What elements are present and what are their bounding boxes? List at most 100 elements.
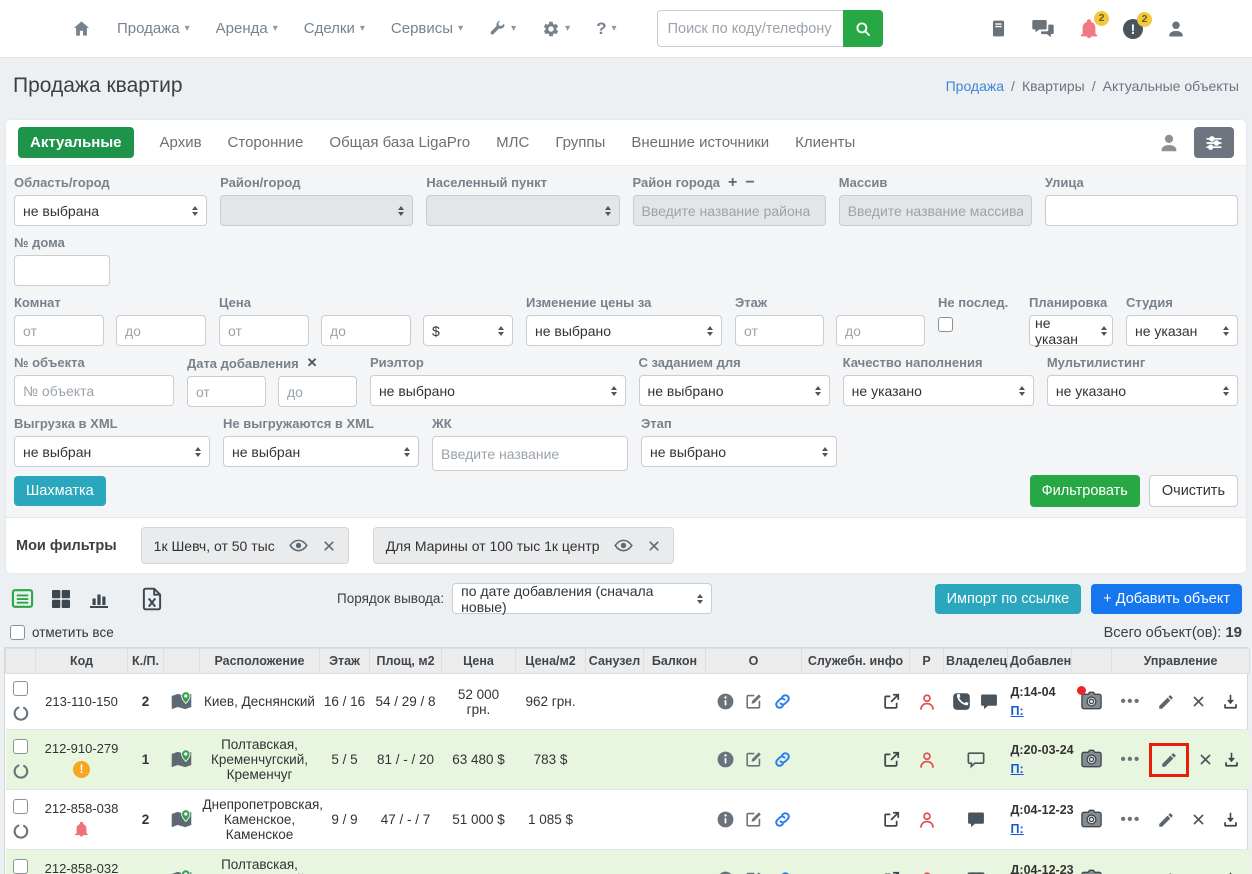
row-checkbox[interactable] — [13, 739, 28, 754]
link-button[interactable] — [773, 750, 792, 769]
row-checkbox[interactable] — [13, 859, 28, 874]
agent-icon[interactable] — [1158, 132, 1180, 154]
map-icon[interactable] — [170, 808, 193, 831]
comment-button[interactable] — [966, 870, 986, 874]
added-p-link[interactable]: П: — [1011, 704, 1024, 718]
realtor-button[interactable] — [917, 693, 937, 708]
more-actions-button[interactable]: ••• — [1121, 693, 1141, 710]
external-link-button[interactable] — [882, 810, 901, 829]
realtor-select[interactable]: не выбрано — [369, 375, 626, 406]
link-button[interactable] — [773, 810, 792, 829]
alerts-button[interactable]: ! 2 — [1123, 11, 1152, 39]
nav-menu-sale[interactable]: Продажа ▾ — [117, 20, 190, 37]
tab-mls[interactable]: МЛС — [496, 134, 529, 151]
date-from-input[interactable] — [186, 376, 266, 407]
info-button[interactable] — [716, 692, 735, 711]
edit-note-button[interactable] — [744, 750, 763, 769]
layout-select[interactable]: не указан — [1029, 315, 1113, 347]
status-ring-icon[interactable] — [12, 763, 29, 780]
massiv-input[interactable] — [838, 195, 1032, 226]
link-button[interactable] — [773, 692, 792, 711]
house-number-input[interactable] — [14, 255, 110, 286]
map-icon[interactable] — [170, 748, 193, 771]
nav-menu-deals[interactable]: Сделки ▾ — [304, 20, 365, 37]
delete-filter-button[interactable] — [322, 539, 336, 553]
status-ring-icon[interactable] — [12, 705, 29, 722]
export-excel-button[interactable] — [139, 586, 165, 612]
link-button[interactable] — [773, 870, 792, 874]
object-code[interactable]: 212-858-038 — [45, 801, 119, 816]
tab-third-party[interactable]: Сторонние — [228, 134, 304, 151]
comment-button[interactable] — [979, 692, 999, 712]
import-by-link-button[interactable]: Импорт по ссылке — [934, 583, 1082, 614]
date-to-input[interactable] — [277, 376, 357, 407]
grid-view-button[interactable] — [49, 587, 73, 611]
info-button[interactable] — [716, 750, 735, 769]
clear-date-icon[interactable]: ✕ — [307, 355, 318, 371]
download-button[interactable] — [1221, 692, 1240, 711]
tab-actual[interactable]: Актуальные — [18, 127, 134, 158]
comment-button[interactable] — [966, 750, 986, 770]
search-button[interactable] — [842, 10, 883, 47]
xml-upload-select[interactable]: не выбран — [14, 436, 210, 467]
tab-external-sources[interactable]: Внешние источники — [631, 134, 769, 151]
help-menu[interactable]: ? ▾ — [596, 19, 616, 39]
task-for-select[interactable]: не выбрано — [638, 375, 830, 406]
added-p-link[interactable]: П: — [1011, 762, 1024, 776]
object-code[interactable]: 212-858-032 — [45, 861, 119, 874]
rooms-to-input[interactable] — [116, 315, 206, 346]
row-checkbox[interactable] — [13, 681, 28, 696]
delete-button[interactable] — [1198, 752, 1213, 768]
remove-district-button[interactable]: − — [745, 174, 754, 190]
clear-button[interactable]: Очистить — [1148, 475, 1238, 507]
currency-select[interactable]: $ — [423, 315, 513, 346]
edit-note-button[interactable] — [744, 810, 763, 829]
tools-menu[interactable]: ▾ — [489, 20, 516, 37]
filter-button[interactable]: Фильтровать — [1029, 475, 1140, 507]
saved-filter-name[interactable]: 1к Шевч, от 50 тыс — [154, 538, 275, 554]
price-change-select[interactable]: не выбрано — [526, 315, 722, 346]
chart-view-button[interactable] — [87, 587, 111, 611]
edit-note-button[interactable] — [744, 692, 763, 711]
city-district-input[interactable] — [632, 195, 826, 226]
chessboard-button[interactable]: Шахматка — [14, 476, 106, 506]
not-last-floor-checkbox[interactable] — [938, 317, 953, 332]
search-input[interactable] — [656, 10, 843, 47]
info-button[interactable] — [716, 870, 735, 874]
object-number-input[interactable] — [14, 375, 174, 406]
download-button[interactable] — [1221, 870, 1240, 874]
delete-button[interactable] — [1191, 812, 1206, 828]
row-checkbox[interactable] — [13, 799, 28, 814]
edit-note-button[interactable] — [744, 870, 763, 874]
settings-menu[interactable]: ▾ — [542, 20, 570, 38]
tab-archive[interactable]: Архив — [160, 134, 202, 151]
multilisting-select[interactable]: не указано — [1046, 375, 1239, 406]
more-actions-button[interactable]: ••• — [1121, 811, 1141, 828]
map-icon[interactable] — [170, 690, 193, 713]
messages-button[interactable] — [1031, 17, 1055, 41]
saved-filter-name[interactable]: Для Марины от 100 тыс 1к центр — [386, 538, 600, 554]
price-to-input[interactable] — [321, 315, 411, 346]
edit-button[interactable] — [1157, 871, 1175, 874]
comment-button[interactable] — [966, 810, 986, 830]
rooms-from-input[interactable] — [14, 315, 104, 346]
object-code[interactable]: 213-110-150 — [45, 694, 118, 709]
add-district-button[interactable]: + — [728, 174, 737, 190]
map-icon[interactable] — [170, 868, 193, 874]
add-object-button[interactable]: + Добавить объект — [1091, 583, 1242, 614]
tab-ligapro-base[interactable]: Общая база LigaPro — [329, 134, 470, 151]
studio-select[interactable]: не указан — [1126, 315, 1238, 346]
status-ring-icon[interactable] — [12, 823, 29, 840]
list-view-button[interactable] — [10, 586, 35, 611]
delete-filter-button[interactable] — [647, 539, 661, 553]
added-p-link[interactable]: П: — [1011, 822, 1024, 836]
settlement-select[interactable] — [426, 195, 620, 226]
tab-groups[interactable]: Группы — [555, 134, 605, 151]
info-button[interactable] — [716, 810, 735, 829]
download-button[interactable] — [1221, 810, 1240, 829]
more-actions-button[interactable]: ••• — [1121, 751, 1141, 768]
address-book-button[interactable] — [989, 19, 1008, 38]
home-button[interactable] — [72, 19, 91, 38]
profile-button[interactable] — [1166, 19, 1186, 39]
edit-button[interactable] — [1157, 811, 1175, 829]
